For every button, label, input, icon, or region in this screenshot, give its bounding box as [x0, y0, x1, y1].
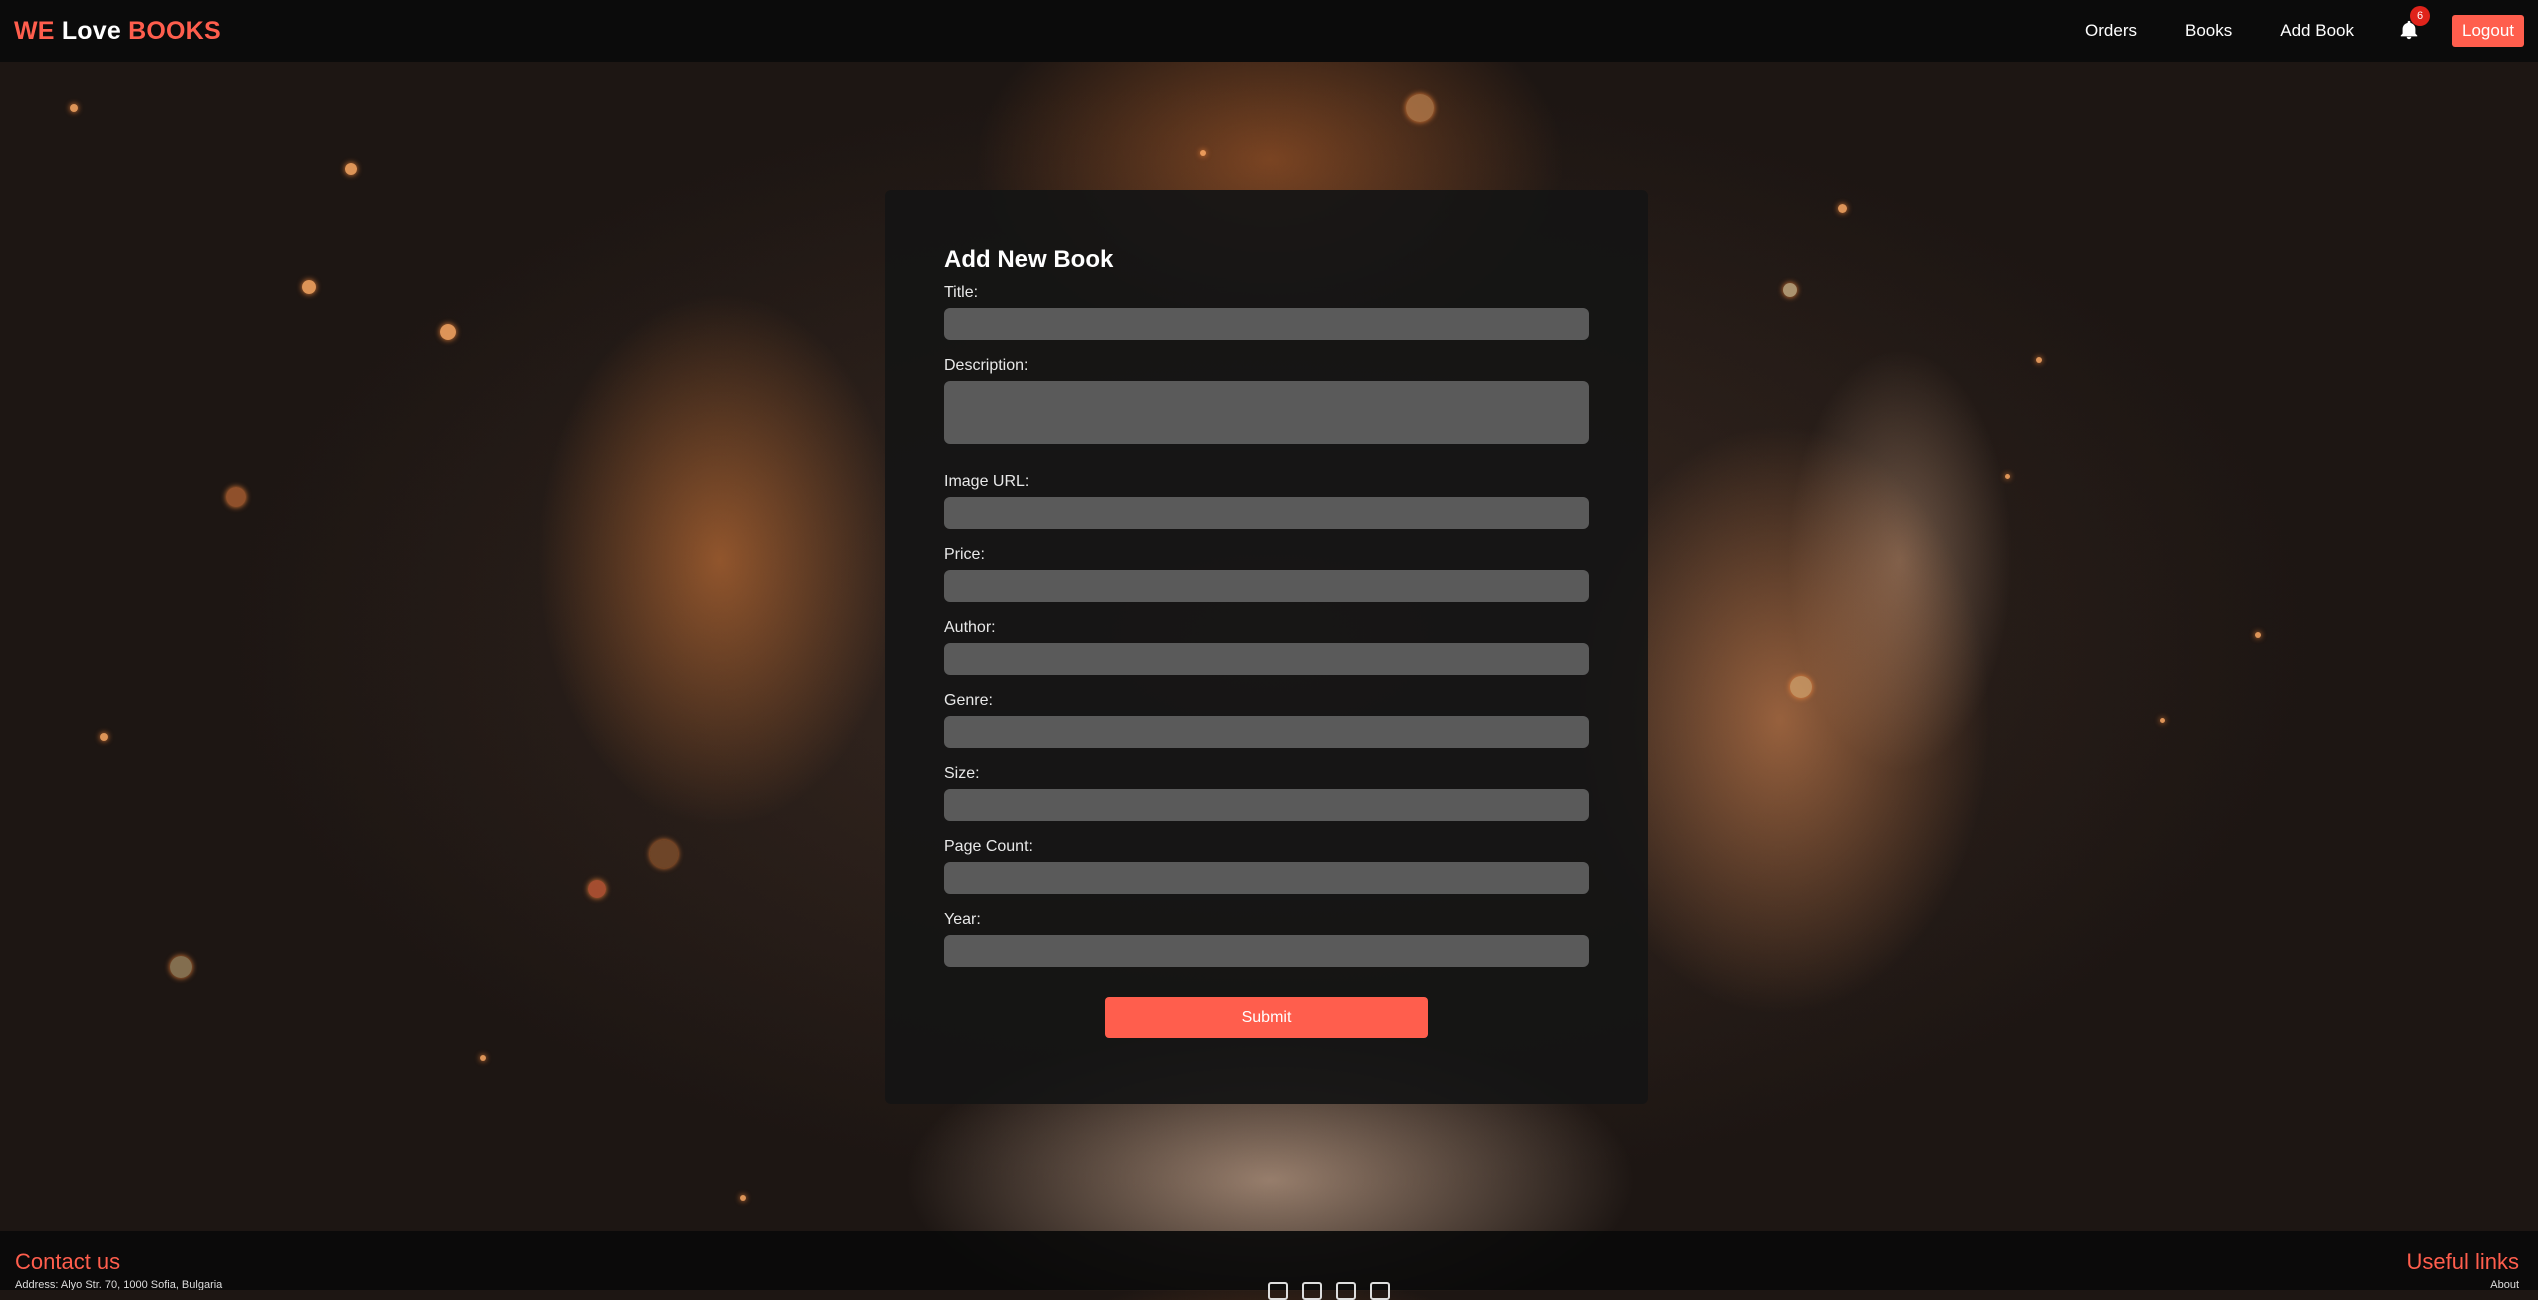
author-label: Author:	[944, 619, 996, 636]
size-label: Size:	[944, 765, 980, 782]
footer-address: Address: Alyo Str. 70, 1000 Sofia, Bulga…	[15, 1279, 223, 1290]
logo-books: BOOKS	[128, 16, 221, 45]
genre-input[interactable]	[944, 716, 1589, 748]
footer-useful-links: Useful links About	[2407, 1249, 2519, 1290]
site-logo[interactable]: WE Love BOOKS	[14, 17, 221, 46]
size-input[interactable]	[944, 789, 1589, 821]
submit-button[interactable]: Submit	[1105, 997, 1428, 1038]
image-url-input[interactable]	[944, 497, 1589, 529]
author-input[interactable]	[944, 643, 1589, 675]
form-title: Add New Book	[944, 246, 1114, 273]
description-label: Description:	[944, 357, 1029, 374]
page-count-label: Page Count:	[944, 838, 1033, 855]
footer-contact: Contact us Address: Alyo Str. 70, 1000 S…	[15, 1249, 222, 1290]
year-input[interactable]	[944, 935, 1589, 967]
footer-contact-title: Contact us	[15, 1249, 121, 1274]
footer-links-title: Useful links	[2406, 1249, 2519, 1274]
notification-count-badge: 6	[2410, 6, 2430, 26]
description-textarea[interactable]	[944, 381, 1589, 444]
logo-we: WE	[14, 16, 55, 45]
nav-books-link[interactable]: Books	[2185, 21, 2232, 41]
instagram-icon[interactable]	[1336, 1282, 1356, 1300]
notifications-button[interactable]: 6	[2398, 6, 2430, 43]
logout-button[interactable]: Logout	[2452, 15, 2524, 47]
social-icons	[1268, 1282, 1390, 1300]
nav-add-book-link[interactable]: Add Book	[2280, 21, 2354, 41]
nav-links: Orders Books Add Book 6 Logout	[2037, 6, 2524, 47]
facebook-icon[interactable]	[1268, 1282, 1288, 1300]
title-label: Title:	[944, 284, 979, 301]
top-navbar: WE Love BOOKS Orders Books Add Book 6 Lo…	[0, 0, 2538, 62]
nav-orders-link[interactable]: Orders	[2085, 21, 2137, 41]
twitter-icon[interactable]	[1302, 1282, 1322, 1300]
genre-label: Genre:	[944, 692, 993, 709]
add-book-form: Add New Book Title: Description: Image U…	[885, 190, 1648, 1104]
logo-love: Love	[61, 16, 121, 45]
year-label: Year:	[944, 911, 981, 928]
image-url-label: Image URL:	[944, 473, 1030, 490]
footer-about-link[interactable]: About	[2407, 1279, 2519, 1290]
price-label: Price:	[944, 546, 985, 563]
linkedin-icon[interactable]	[1370, 1282, 1390, 1300]
price-input[interactable]	[944, 570, 1589, 602]
page-count-input[interactable]	[944, 862, 1589, 894]
title-input[interactable]	[944, 308, 1589, 340]
